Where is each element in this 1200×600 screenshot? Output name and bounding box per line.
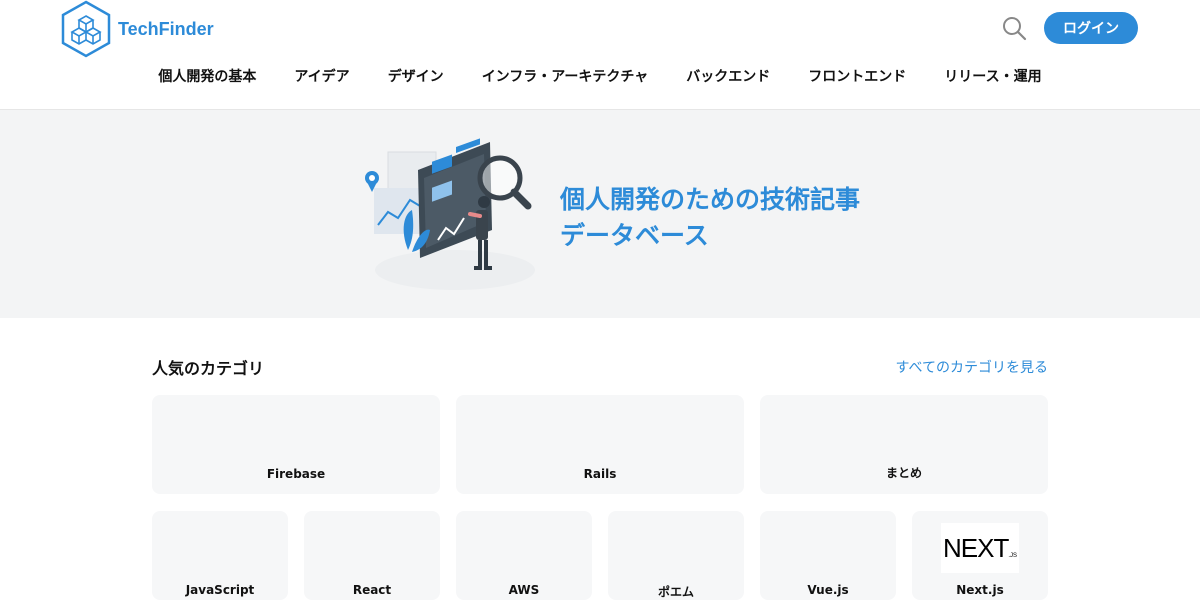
- category-label: AWS: [508, 583, 540, 597]
- hero-illustration: [365, 138, 535, 290]
- nav-item-frontend[interactable]: フロントエンド: [808, 66, 906, 86]
- search-icon: [1003, 17, 1027, 41]
- category-card-nextjs[interactable]: NEXT .JS Next.js: [912, 511, 1048, 600]
- category-card-rails[interactable]: Rails: [456, 395, 744, 494]
- category-card-react[interactable]: React: [304, 511, 440, 600]
- see-all-categories-link[interactable]: すべてのカテゴリを見る: [896, 357, 1048, 377]
- nav-item-basics[interactable]: 個人開発の基本: [158, 66, 256, 86]
- category-label: Rails: [583, 467, 617, 481]
- category-card-firebase[interactable]: Firebase: [152, 395, 440, 494]
- nav-item-infrastructure[interactable]: インフラ・アーキテクチャ: [482, 66, 649, 86]
- category-card-javascript[interactable]: JavaScript: [152, 511, 288, 600]
- hero-banner: 個人開発のための技術記事 データベース: [0, 110, 1200, 318]
- site-header: TechFinder ログイン 個人開発の基本 アイデア デザイン インフラ・ア…: [0, 0, 1200, 110]
- brand-logo[interactable]: TechFinder: [60, 0, 214, 58]
- category-card-poem[interactable]: ポエム: [608, 511, 744, 600]
- category-card-aws[interactable]: AWS: [456, 511, 592, 600]
- brand-name: TechFinder: [118, 18, 214, 39]
- nextjs-logo-suffix: .JS: [1008, 553, 1017, 559]
- category-card-matome[interactable]: まとめ: [760, 395, 1048, 494]
- category-label: Next.js: [956, 583, 1004, 597]
- hero-title-line1: 個人開発のための技術記事: [560, 185, 861, 214]
- login-button[interactable]: ログイン: [1044, 12, 1138, 44]
- category-label: JavaScript: [185, 583, 255, 597]
- nav-item-design[interactable]: デザイン: [388, 66, 444, 86]
- nav-item-release[interactable]: リリース・運用: [944, 66, 1041, 86]
- hero-title: 個人開発のための技術記事 データベース: [560, 182, 860, 254]
- nav-item-ideas[interactable]: アイデア: [294, 66, 349, 86]
- category-label: ポエム: [657, 585, 694, 599]
- nextjs-logo-text: NEXT: [942, 532, 1009, 563]
- popular-categories-heading: 人気のカテゴリ: [152, 359, 265, 378]
- category-nav: 個人開発の基本 アイデア デザイン インフラ・アーキテクチャ バックエンド フロ…: [0, 66, 1200, 86]
- category-card-vuejs[interactable]: Vue.js: [760, 511, 896, 600]
- category-label: React: [352, 583, 392, 597]
- search-button[interactable]: [1000, 14, 1028, 42]
- cube-logo-icon: [61, 0, 111, 58]
- category-label: Firebase: [266, 467, 326, 481]
- category-label: まとめ: [885, 466, 922, 480]
- nav-item-backend[interactable]: バックエンド: [686, 66, 770, 86]
- nextjs-logo: NEXT .JS: [941, 523, 1019, 573]
- hero-title-line2: データベース: [560, 221, 709, 250]
- category-label: Vue.js: [807, 583, 849, 597]
